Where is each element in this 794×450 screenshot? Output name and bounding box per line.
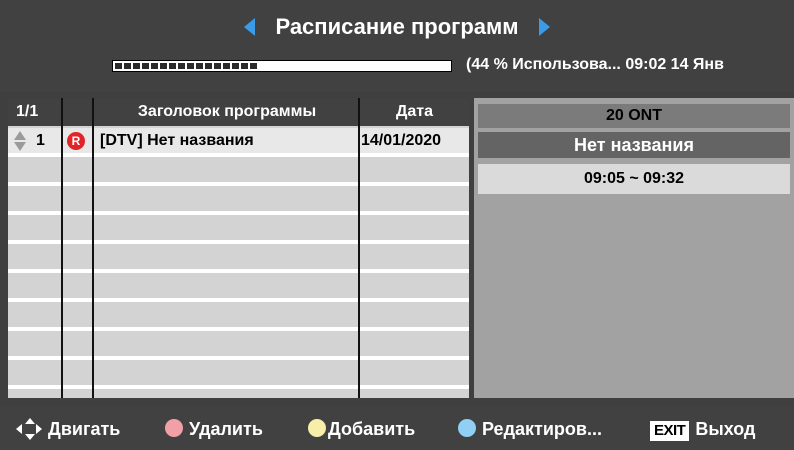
yellow-dot-icon — [308, 419, 326, 438]
edit-button[interactable]: Редактиров... — [458, 418, 602, 440]
page-title: Расписание программ — [275, 14, 519, 39]
usage-segment — [133, 63, 140, 69]
exit-key-icon: EXIT — [650, 421, 690, 441]
channel-name: 20 ONT — [478, 104, 790, 128]
usage-segment — [232, 63, 239, 69]
arrow-right-icon[interactable] — [539, 18, 551, 36]
usage-segment — [187, 63, 194, 69]
footer-bar: Двигать Удалить Добавить Редактиров... E… — [0, 406, 794, 450]
column-header-date: Дата — [395, 103, 434, 120]
table-row-empty — [8, 273, 469, 302]
usage-segment — [250, 63, 257, 69]
usage-segment — [142, 63, 149, 69]
move-hint: Двигать — [14, 418, 121, 441]
add-button[interactable]: Добавить — [308, 418, 415, 440]
delete-label: Удалить — [189, 419, 263, 439]
row-number: 1 — [36, 132, 45, 149]
usage-segment — [124, 63, 131, 69]
usage-segment — [178, 63, 185, 69]
program-name: Нет названия — [478, 132, 790, 158]
usage-segment — [214, 63, 221, 69]
usage-segment — [169, 63, 176, 69]
schedule-table: 1/1 Заголовок программы Дата 1 R [DTV] Н… — [8, 98, 469, 398]
title-row: Расписание программ — [0, 14, 794, 48]
column-divider — [92, 98, 94, 398]
row-date: 14/01/2020 — [361, 132, 442, 149]
table-row-empty — [8, 244, 469, 273]
table-header: 1/1 Заголовок программы Дата — [8, 98, 469, 126]
up-down-icon — [14, 131, 26, 151]
storage-usage-bar — [112, 60, 452, 72]
table-row-empty — [8, 186, 469, 215]
program-time-range: 09:05 ~ 09:32 — [478, 164, 790, 194]
storage-usage-text: (44 % Использова... 09:02 14 Янв — [466, 56, 724, 73]
record-icon: R — [67, 132, 85, 150]
usage-segment — [205, 63, 212, 69]
add-label: Добавить — [328, 419, 416, 439]
exit-label: Выход — [695, 419, 756, 439]
storage-usage-fill — [115, 63, 259, 69]
usage-segment — [223, 63, 230, 69]
edit-label: Редактиров... — [482, 419, 602, 439]
table-row-empty — [8, 157, 469, 186]
usage-segment — [241, 63, 248, 69]
usage-segment — [151, 63, 158, 69]
usage-segment — [115, 63, 122, 69]
column-header-title: Заголовок программы — [137, 103, 317, 120]
row-program-title: [DTV] Нет названия — [100, 132, 254, 149]
table-row-empty — [8, 360, 469, 389]
move-label: Двигать — [48, 419, 121, 439]
move-icon — [14, 418, 44, 441]
table-row[interactable]: 1 R [DTV] Нет названия 14/01/2020 — [8, 128, 469, 157]
table-row-empty — [8, 215, 469, 244]
program-info-panel: 20 ONT Нет названия 09:05 ~ 09:32 — [474, 98, 794, 398]
usage-segment — [196, 63, 203, 69]
red-dot-icon — [165, 419, 183, 438]
table-row-empty — [8, 331, 469, 360]
usage-segment — [160, 63, 167, 69]
column-divider — [358, 98, 360, 398]
column-divider — [61, 98, 63, 398]
arrow-left-icon[interactable] — [243, 18, 255, 36]
blue-dot-icon — [458, 419, 476, 438]
column-header-index: 1/1 — [16, 103, 39, 120]
table-row-empty — [8, 302, 469, 331]
title-bar: Расписание программ (44 % Использова... … — [0, 0, 794, 92]
exit-button[interactable]: EXIT Выход — [650, 418, 756, 441]
delete-button[interactable]: Удалить — [165, 418, 263, 440]
